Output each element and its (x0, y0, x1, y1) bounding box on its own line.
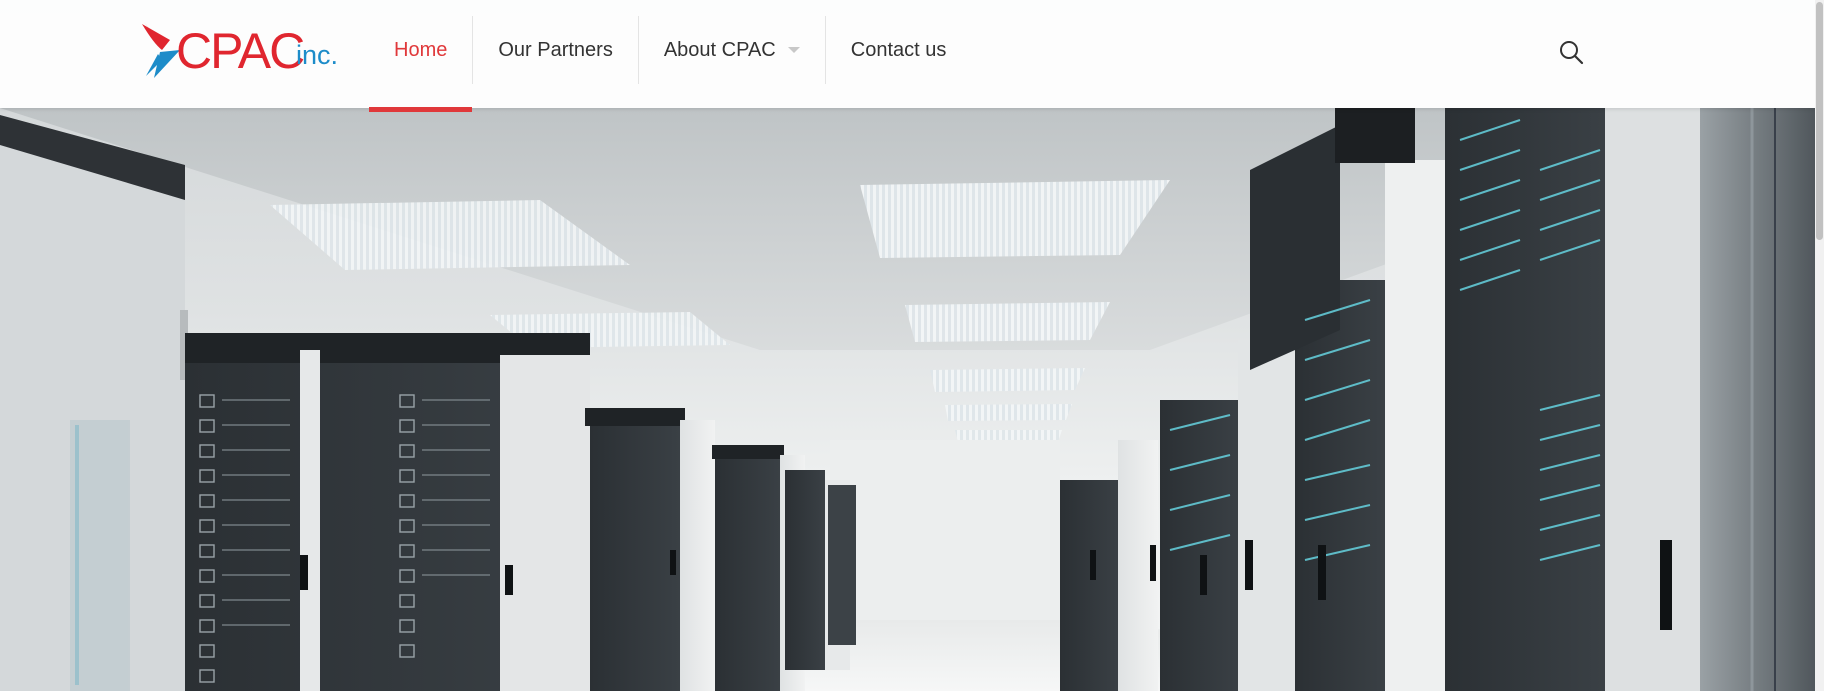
main-nav: Home Our Partners About CPAC Contact us (369, 0, 972, 112)
nav-item-label: Contact us (850, 38, 947, 61)
search-icon (1560, 41, 1584, 65)
scrollbar-thumb[interactable] (1816, 2, 1823, 240)
logo-suffix: inc. (296, 40, 339, 70)
nav-item-label: Our Partners (498, 38, 613, 61)
nav-item-about-cpac[interactable]: About CPAC (639, 0, 825, 100)
search-button[interactable] (1557, 38, 1585, 66)
chevron-down-icon (787, 47, 800, 53)
page-scrollbar[interactable] (1815, 0, 1824, 691)
page: CPAC inc. Home Our Partners About CPAC C… (0, 0, 1824, 691)
nav-item-label: About CPAC (663, 38, 776, 61)
nav-item-label: Home (394, 38, 448, 61)
logo-wordmark: CPAC (176, 23, 305, 79)
nav-item-our-partners[interactable]: Our Partners (473, 0, 637, 100)
cpac-logo[interactable]: CPAC inc. (140, 20, 339, 82)
nav-item-home[interactable]: Home (369, 0, 473, 112)
site-header: CPAC inc. Home Our Partners About CPAC C… (0, 0, 1815, 112)
nav-item-contact-us[interactable]: Contact us (826, 0, 972, 100)
